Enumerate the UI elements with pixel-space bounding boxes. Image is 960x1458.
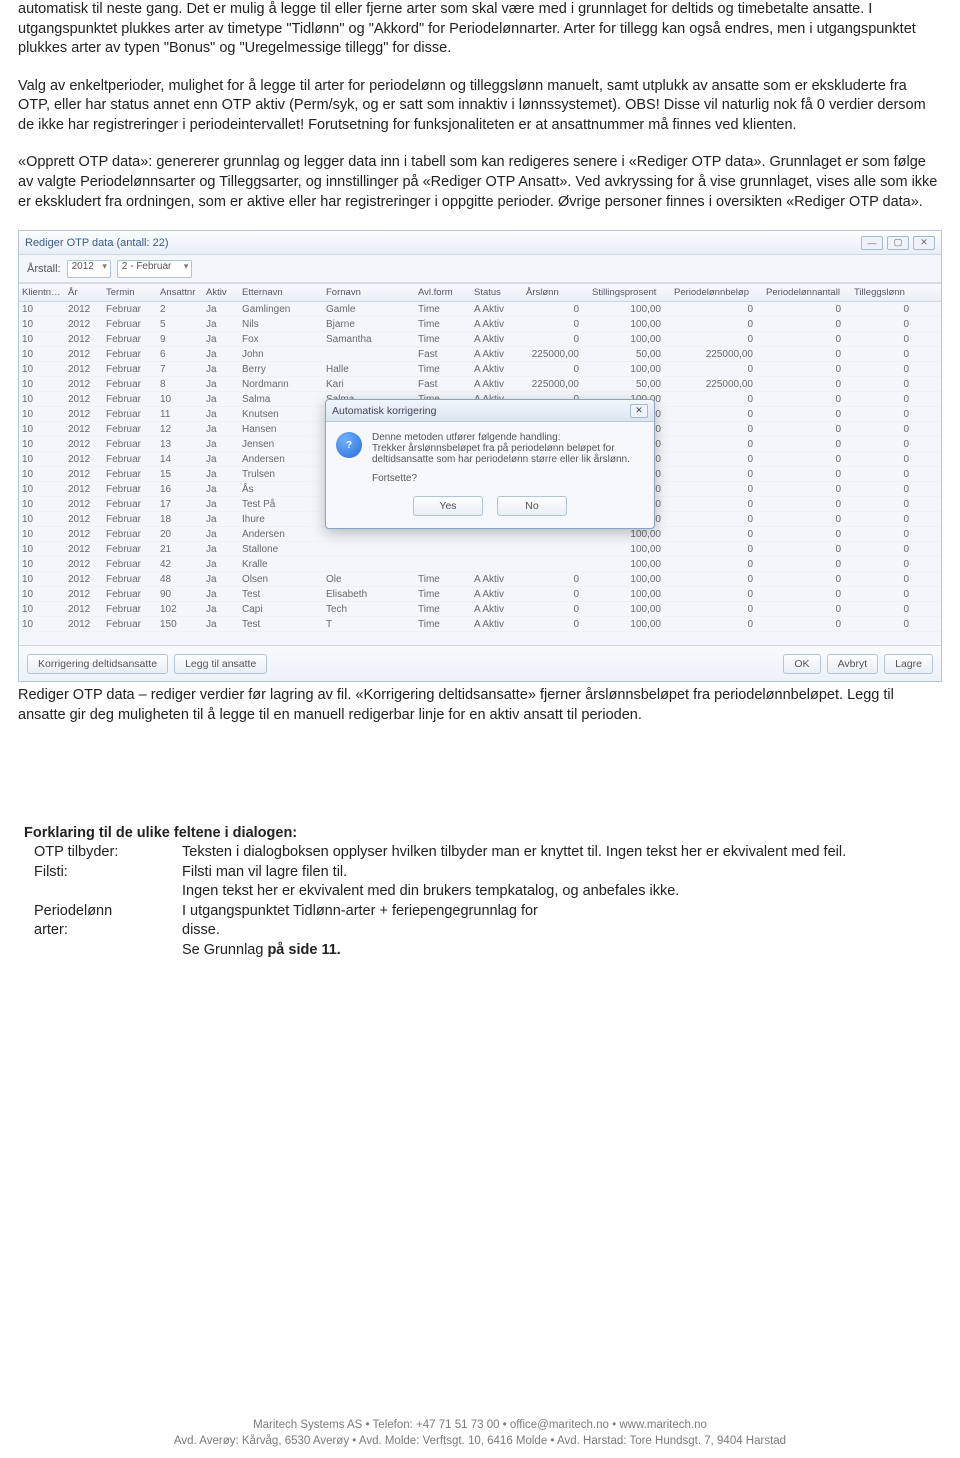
close-icon[interactable]: ✕ [913, 236, 935, 250]
periodelonn-label-2: arter: [34, 921, 174, 941]
table-row[interactable]: 102012Februar7JaBerryHalleTimeA Aktiv010… [19, 362, 941, 377]
page-footer: Maritech Systems AS • Telefon: +47 71 51… [0, 1417, 960, 1450]
paragraph-3: «Opprett OTP data»: genererer grunnlag o… [18, 153, 942, 212]
table-row[interactable]: 102012Februar5JaNilsBjarneTimeA Aktiv010… [19, 317, 941, 332]
ok-button[interactable]: OK [783, 654, 820, 674]
screenshot-caption: Rediger OTP data – rediger verdier før l… [18, 686, 942, 725]
legg-til-ansatte-button[interactable]: Legg til ansatte [174, 654, 267, 674]
paragraph-1: automatisk til neste gang. Det er mulig … [18, 0, 942, 59]
periodelonn-value-1: I utgangspunktet Tidlønn-arter + feriepe… [182, 902, 942, 922]
minimize-icon[interactable]: — [861, 236, 883, 250]
dialog-message: Denne metoden utfører følgende handling:… [372, 432, 644, 484]
arstall-label: Årstall: [27, 263, 61, 275]
table-row[interactable]: 102012Februar8JaNordmannKariFastA Aktiv2… [19, 377, 941, 392]
table-row[interactable]: 102012Februar102JaCapiTechTimeA Aktiv010… [19, 602, 941, 617]
avbryt-button[interactable]: Avbryt [827, 654, 879, 674]
otp-tilbyder-label: OTP tilbyder: [34, 843, 174, 863]
dialog-title: Automatisk korrigering [332, 405, 436, 417]
table-row[interactable]: 102012Februar90JaTestElisabethTimeA Akti… [19, 587, 941, 602]
window-controls: — ▢ ✕ [861, 236, 935, 250]
otp-tilbyder-value: Teksten i dialogboksen opplyser hvilken … [182, 843, 942, 863]
table-row[interactable]: 102012Februar21JaStallone100,00000 [19, 542, 941, 557]
question-icon: ? [336, 432, 362, 458]
periode-select[interactable]: 2 - Februar [117, 260, 192, 278]
window-title: Rediger OTP data (antall: 22) [25, 237, 168, 249]
paragraph-2: Valg av enkeltperioder, mulighet for å l… [18, 77, 942, 136]
filsti-value: Filsti man vil lagre filen til. Ingen te… [182, 863, 942, 902]
table-row[interactable]: 102012Februar9JaFoxSamanthaTimeA Aktiv01… [19, 332, 941, 347]
field-definitions: OTP tilbyder: Teksten i dialogboksen opp… [34, 843, 942, 960]
app-screenshot: Rediger OTP data (antall: 22) — ▢ ✕ Årst… [18, 230, 942, 682]
table-row[interactable]: 102012Februar20JaAndersen100,00000 [19, 527, 941, 542]
periodelonn-label-1: Periodelønn [34, 902, 174, 922]
lagre-button[interactable]: Lagre [884, 654, 933, 674]
periodelonn-value-3: Se Grunnlag på side 11. [182, 941, 942, 961]
maximize-icon[interactable]: ▢ [887, 236, 909, 250]
dialog-close-icon[interactable]: ✕ [630, 404, 648, 418]
confirm-dialog: Automatisk korrigering ✕ ? Denne metoden… [325, 399, 655, 529]
table-row[interactable]: 102012Februar48JaOlsenOleTimeA Aktiv0100… [19, 572, 941, 587]
arstall-select[interactable]: 2012 [67, 260, 111, 278]
filsti-label: Filsti: [34, 863, 174, 902]
table-row[interactable]: 102012Februar150JaTestTTimeA Aktiv0100,0… [19, 617, 941, 632]
table-row[interactable]: 102012Februar42JaKralle100,00000 [19, 557, 941, 572]
dialog-yes-button[interactable]: Yes [413, 496, 483, 516]
table-row[interactable]: 102012Februar6JaJohnFastA Aktiv225000,00… [19, 347, 941, 362]
defs-heading: Forklaring til de ulike feltene i dialog… [24, 825, 942, 841]
dialog-no-button[interactable]: No [497, 496, 567, 516]
korrigering-button[interactable]: Korrigering deltidsansatte [27, 654, 168, 674]
table-row[interactable]: 102012Februar2JaGamlingenGamleTimeA Akti… [19, 302, 941, 317]
periodelonn-value-2: disse. [182, 921, 942, 941]
